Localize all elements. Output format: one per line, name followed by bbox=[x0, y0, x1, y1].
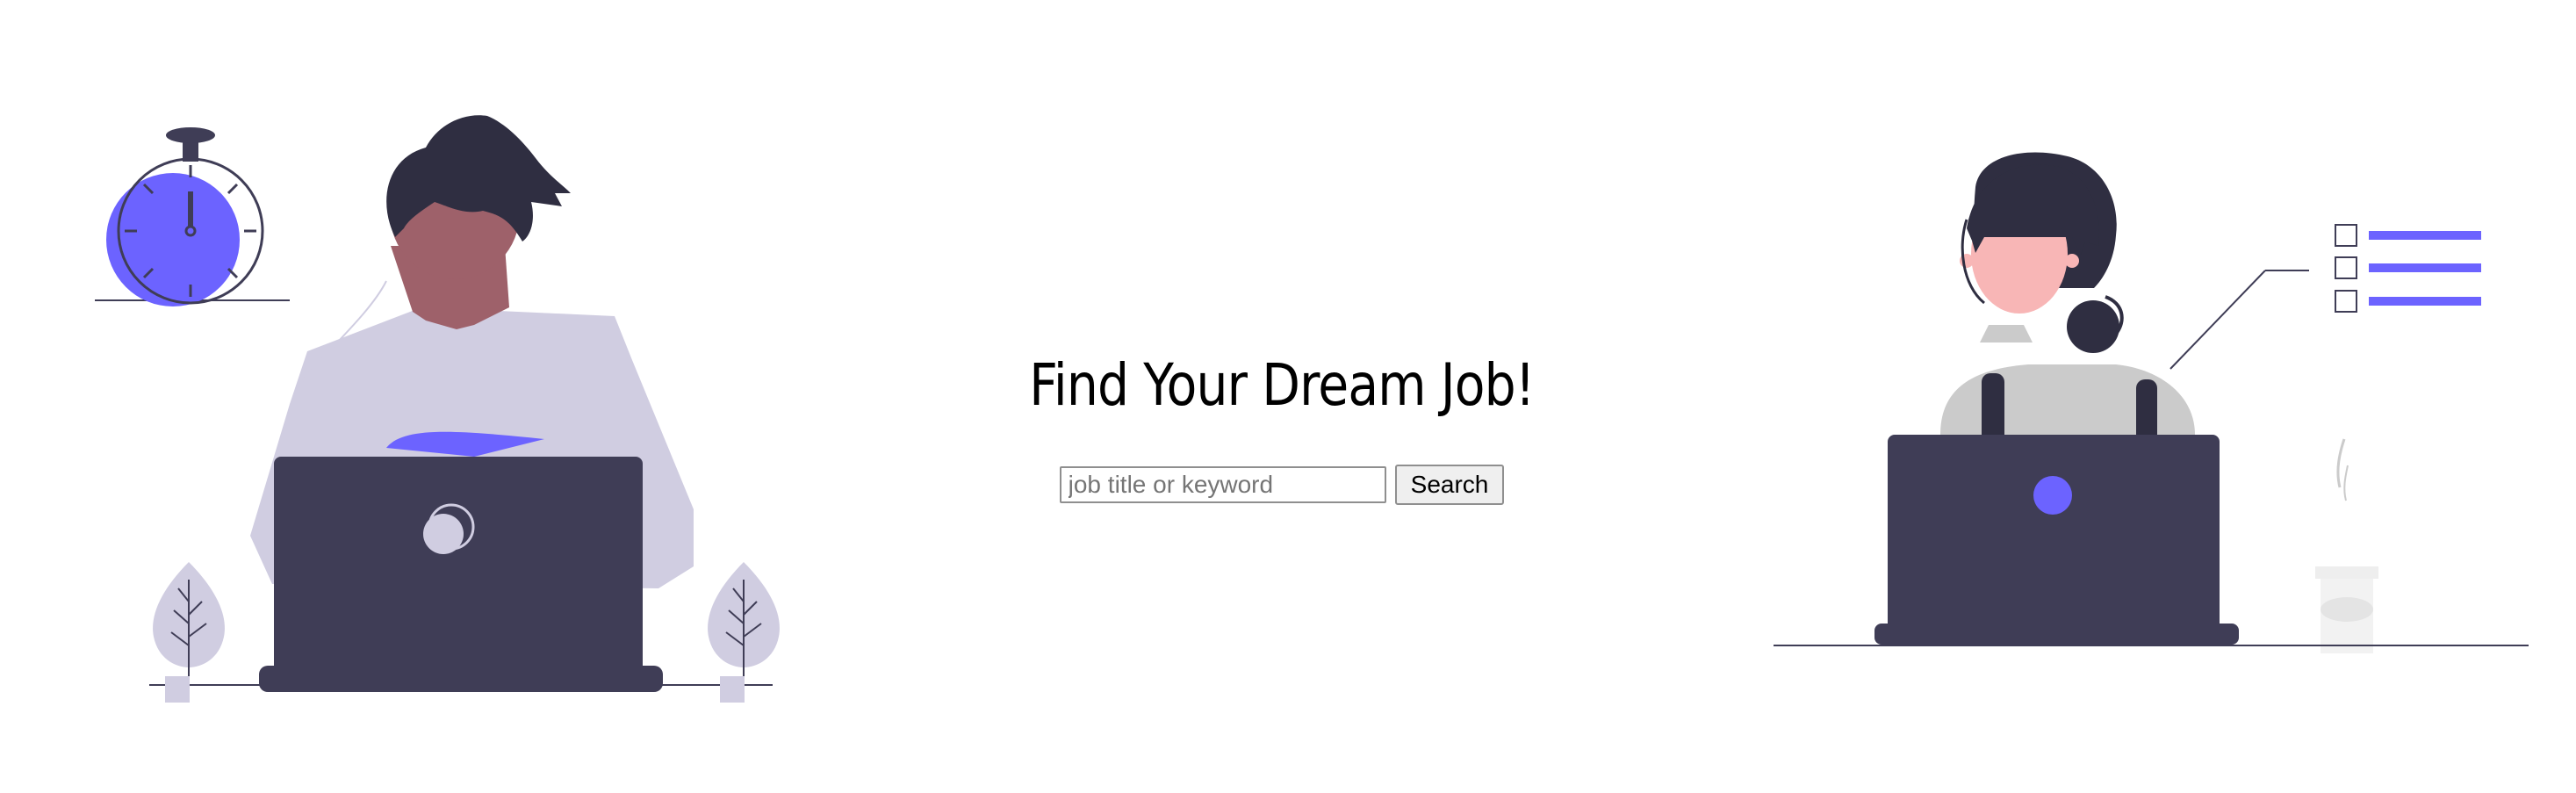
woman-figure bbox=[1940, 152, 2195, 450]
man-at-laptop-illustration bbox=[95, 115, 780, 703]
laptop bbox=[1874, 435, 2239, 645]
page-title: Find Your Dream Job! bbox=[1029, 351, 1535, 419]
search-form: Search bbox=[948, 465, 1615, 505]
laptop bbox=[259, 457, 663, 692]
stopwatch-icon bbox=[95, 127, 290, 306]
page: Find Your Dream Job! Search bbox=[0, 0, 2576, 793]
woman-at-laptop-illustration bbox=[1774, 152, 2529, 653]
checklist-icon bbox=[2169, 224, 2481, 370]
hero-section: Find Your Dream Job! Search bbox=[948, 351, 1615, 505]
plant-left bbox=[149, 562, 272, 703]
coffee-cup bbox=[2315, 438, 2378, 653]
search-button[interactable]: Search bbox=[1394, 465, 1505, 505]
search-input[interactable] bbox=[1059, 466, 1386, 503]
plant-right bbox=[650, 562, 780, 703]
